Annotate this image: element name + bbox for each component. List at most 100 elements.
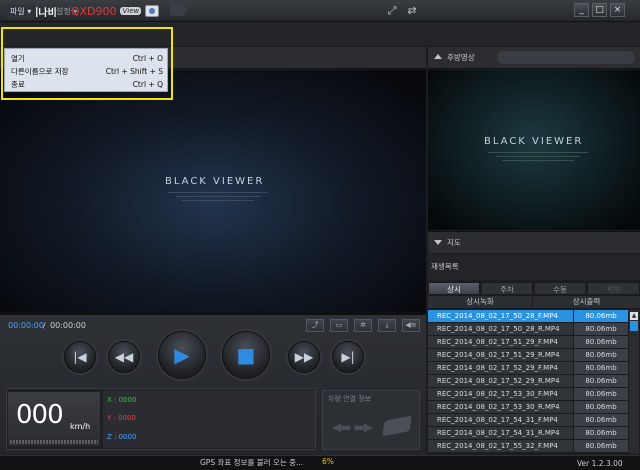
rewind-icon: ◀◀ xyxy=(114,350,134,364)
status-bar xyxy=(0,455,640,470)
file-size: 80.06mb xyxy=(574,336,628,349)
download-button[interactable]: ⤓ xyxy=(378,319,396,332)
rear-video-watermark: BLACK VIEWER xyxy=(484,136,584,147)
file-row[interactable]: REC_2014_08_02_17_53_30_R.MP4 80.06mb xyxy=(428,401,628,414)
turn-signal-icon: ◀▬ ▬▶ xyxy=(332,420,373,434)
file-row[interactable]: REC_2014_08_02_17_54_31_F.MP4 80.06mb xyxy=(428,414,628,427)
minimize-button[interactable]: _ xyxy=(574,3,589,17)
status-message: GPS 좌표 정보를 불러 오는 중... xyxy=(200,458,304,467)
menu-settings[interactable]: 설정 ▾ xyxy=(56,5,77,19)
rewind-button[interactable]: ◀◀ xyxy=(108,341,140,373)
speed-gauge-bar xyxy=(10,440,98,444)
file-name: REC_2014_08_02_17_50_28_R.MP4 xyxy=(428,323,573,336)
skip-next-icon: ▶| xyxy=(341,350,355,364)
next-file-button[interactable]: ▶| xyxy=(332,341,364,373)
file-row[interactable]: REC_2014_08_02_17_50_28_F.MP4 80.06mb xyxy=(428,310,628,323)
file-name: REC_2014_08_02_17_51_29_F.MP4 xyxy=(428,336,573,349)
tab-location[interactable]: 위치 xyxy=(587,282,640,295)
speed-value: 000 xyxy=(16,400,64,430)
capture-button[interactable]: ⤴ xyxy=(306,319,324,332)
gsensor-x: X : 0000 xyxy=(107,396,137,404)
file-size: 80.06mb xyxy=(574,427,628,440)
file-list-scrollbar[interactable] xyxy=(629,310,639,454)
previous-file-button[interactable]: |◀ xyxy=(64,341,96,373)
maximize-button[interactable]: □ xyxy=(592,3,607,17)
vehicle-connection-title: 차량 연결 정보 xyxy=(328,395,372,403)
expand-arrow-icon[interactable] xyxy=(434,240,442,245)
fast-forward-icon: ▶▶ xyxy=(294,350,314,364)
file-row[interactable]: REC_2014_08_02_17_52_29_R.MP4 80.06mb xyxy=(428,375,628,388)
playlist-title: 재생목록 xyxy=(431,262,459,271)
file-name: REC_2014_08_02_17_50_28_F.MP4 xyxy=(428,310,573,323)
file-row[interactable]: REC_2014_08_02_17_55_32_F.MP4 80.06mb xyxy=(428,440,628,453)
video-watermark: BLACK VIEWER xyxy=(165,176,265,187)
file-row[interactable]: REC_2014_08_02_17_54_31_R.MP4 80.06mb xyxy=(428,427,628,440)
tab-always[interactable]: 상시 xyxy=(428,282,480,295)
playlist-header xyxy=(428,254,640,280)
front-video-view[interactable]: BLACK VIEWER xyxy=(0,70,426,312)
window-button[interactable]: ▭ xyxy=(330,319,348,332)
file-name: REC_2014_08_02_17_53_30_F.MP4 xyxy=(428,388,573,401)
column-header-always-output[interactable]: 상시출력 xyxy=(533,296,640,308)
fast-forward-button[interactable]: ▶▶ xyxy=(288,341,320,373)
file-name: REC_2014_08_02_17_52_29_F.MP4 xyxy=(428,362,573,375)
swap-view-icon[interactable]: ⇄ xyxy=(406,5,418,17)
stop-button[interactable]: ■ xyxy=(222,331,270,379)
watermark-fine-print xyxy=(168,192,268,201)
close-button[interactable]: × xyxy=(610,3,625,17)
volume-button[interactable]: ◀≡ xyxy=(402,319,420,332)
stop-icon: ■ xyxy=(236,343,256,367)
file-row[interactable]: REC_2014_08_02_17_53_30_F.MP4 80.06mb xyxy=(428,388,628,401)
version-label: Ver 1.2.3.00 xyxy=(577,459,623,468)
file-name: REC_2014_08_02_17_54_31_R.MP4 xyxy=(428,427,573,440)
file-row[interactable]: REC_2014_08_02_17_52_29_F.MP4 80.06mb xyxy=(428,362,628,375)
tab-parking[interactable]: 주차 xyxy=(481,282,533,295)
file-list: REC_2014_08_02_17_50_28_F.MP4 80.06mb REC_… xyxy=(428,310,628,454)
column-header-always-record[interactable]: 상시녹화 xyxy=(428,296,532,308)
scroll-up-icon[interactable]: ▲ xyxy=(630,312,638,320)
file-name: REC_2014_08_02_17_53_30_R.MP4 xyxy=(428,401,573,414)
file-size: 80.06mb xyxy=(574,388,628,401)
file-name: REC_2014_08_02_17_55_32_F.MP4 xyxy=(428,440,573,453)
map-title: 지도 xyxy=(447,238,461,247)
menu-file[interactable]: 파일 ▾ xyxy=(6,5,36,19)
rear-video-view[interactable]: BLACK VIEWER xyxy=(428,70,640,230)
gear-icon: ✲ xyxy=(360,321,366,329)
volume-icon: ◀≡ xyxy=(405,321,417,329)
capture-icon: ⤴ xyxy=(311,321,319,329)
file-size: 80.06mb xyxy=(574,401,628,414)
gsensor-z: Z : 0000 xyxy=(107,433,137,441)
file-row[interactable]: REC_2014_08_02_17_50_28_R.MP4 80.06mb xyxy=(428,323,628,336)
tab-manual[interactable]: 수동 xyxy=(534,282,586,295)
file-size: 80.06mb xyxy=(574,349,628,362)
settings-tool-button[interactable]: ✲ xyxy=(354,319,372,332)
file-size: 80.06mb xyxy=(574,323,628,336)
folder-icon[interactable] xyxy=(145,5,160,17)
scroll-thumb[interactable] xyxy=(630,321,638,331)
time-current: 00:00:00 xyxy=(8,321,44,330)
download-icon: ⤓ xyxy=(385,321,389,329)
play-button[interactable]: ▶ xyxy=(158,331,206,379)
file-size: 80.06mb xyxy=(574,362,628,375)
rear-video-title: 후방영상 xyxy=(447,53,475,62)
file-size: 80.06mb xyxy=(574,440,628,453)
file-name: REC_2014_08_02_17_54_31_F.MP4 xyxy=(428,414,573,427)
status-percent: 6% xyxy=(322,457,334,466)
highlight-annotation xyxy=(1,27,173,100)
rear-video-title-field xyxy=(497,51,635,64)
gsensor-y: Y : 0000 xyxy=(107,414,136,422)
skip-previous-icon: |◀ xyxy=(73,350,87,364)
file-name: REC_2014_08_02_17_51_29_R.MP4 xyxy=(428,349,573,362)
model-name: QXD900 xyxy=(70,4,117,18)
file-row[interactable]: REC_2014_08_02_17_51_29_R.MP4 80.06mb xyxy=(428,349,628,362)
file-row[interactable]: REC_2014_08_02_17_51_29_F.MP4 80.06mb xyxy=(428,336,628,349)
play-icon: ▶ xyxy=(174,343,190,367)
time-separator: / xyxy=(43,321,46,330)
model-view-label: View xyxy=(120,7,142,15)
file-size: 80.06mb xyxy=(574,375,628,388)
time-total: 00:00:00 xyxy=(50,321,86,330)
file-size: 80.06mb xyxy=(574,310,628,323)
fullscreen-icon[interactable]: ⤢ xyxy=(386,5,398,17)
file-name: REC_2014_08_02_17_52_29_R.MP4 xyxy=(428,375,573,388)
collapse-arrow-icon[interactable] xyxy=(434,54,442,59)
